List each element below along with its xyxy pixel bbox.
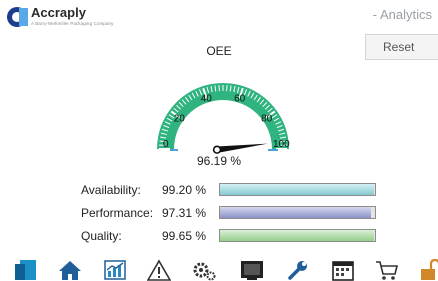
availability-value: 99.20 % [162, 183, 206, 197]
page-title: - Analytics [373, 7, 432, 22]
quality-label: Quality: [81, 229, 122, 243]
gauge-needle-hub [214, 146, 221, 153]
quality-bar [219, 229, 376, 242]
gauge-tick-label: 0 [163, 139, 169, 150]
brand-name: Accraply [31, 5, 86, 20]
unlock-icon[interactable] [420, 259, 438, 281]
performance-label: Performance: [81, 206, 153, 220]
brand-tagline: A Barry-Wehmiller Packaging Company [31, 21, 113, 26]
gauge-tick-label: 80 [261, 113, 273, 124]
oee-gauge: 0 20 40 60 80 100 [0, 36, 438, 156]
gauge-needle [217, 144, 268, 153]
availability-bar [219, 183, 376, 196]
wrench-icon[interactable] [286, 259, 310, 281]
gauge-tick-label: 40 [201, 94, 213, 105]
quality-bar-fill [220, 230, 374, 241]
settings-gears-icon[interactable] [192, 259, 216, 281]
bottom-toolbar [0, 252, 438, 279]
calendar-icon[interactable] [331, 259, 355, 281]
analytics-chart-icon[interactable] [103, 259, 127, 281]
gauge-tick-label: 20 [174, 113, 186, 124]
performance-value: 97.31 % [162, 206, 206, 220]
performance-bar [219, 206, 376, 219]
warning-icon[interactable] [147, 259, 171, 281]
availability-label: Availability: [81, 183, 141, 197]
gauge-tick-label: 100 [273, 139, 290, 150]
quality-value: 99.65 % [162, 229, 206, 243]
gauge-value: 96.19 % [0, 154, 438, 168]
header-bar: Accraply A Barry-Wehmiller Packaging Com… [0, 0, 438, 36]
accraply-logo-icon [6, 6, 28, 28]
performance-bar-fill [220, 207, 371, 218]
cart-icon[interactable] [375, 259, 399, 281]
gauge-tick-label: 60 [234, 94, 246, 105]
availability-bar-fill [220, 184, 374, 195]
home-icon[interactable] [58, 259, 82, 281]
panel-icon[interactable] [14, 259, 38, 281]
monitor-icon[interactable] [240, 259, 264, 281]
